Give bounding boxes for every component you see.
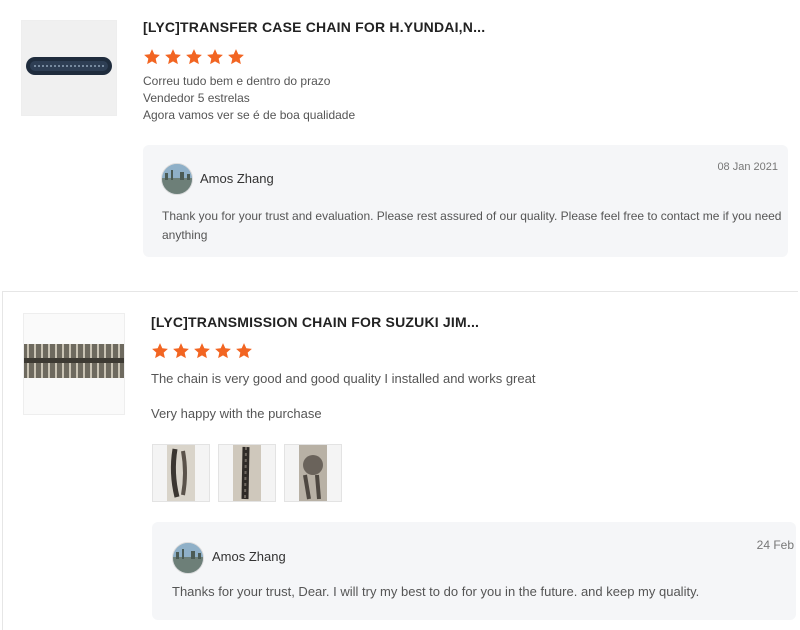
avatar-image (173, 543, 203, 573)
star-icon (207, 49, 223, 65)
review-photo-3 (285, 445, 341, 501)
star-icon (186, 49, 202, 65)
star-icon (152, 343, 168, 359)
review-photo[interactable] (152, 444, 210, 502)
star-rating (143, 48, 245, 66)
star-icon (165, 49, 181, 65)
review-comment-line: Vendedor 5 estrelas (143, 91, 250, 105)
chain-image (22, 21, 116, 115)
review-card-1: [LYC]TRANSFER CASE CHAIN FOR H.YUNDAI,N.… (0, 0, 800, 290)
product-thumbnail[interactable] (23, 313, 125, 415)
star-icon (228, 49, 244, 65)
product-title[interactable]: [LYC]TRANSFER CASE CHAIN FOR H.YUNDAI,N.… (143, 19, 485, 35)
avatar (172, 542, 204, 574)
avatar (161, 163, 193, 195)
review-photo-1 (153, 445, 209, 501)
star-icon (144, 49, 160, 65)
review-comment-line: Agora vamos ver se é de boa qualidade (143, 108, 356, 122)
star-icon (236, 343, 252, 359)
reply-author: Amos Zhang (212, 549, 286, 564)
reply-date: 08 Jan 2021 (717, 161, 778, 173)
seller-reply: Amos Zhang 24 Feb Thanks for your trust,… (152, 522, 796, 620)
review-photo[interactable] (218, 444, 276, 502)
star-icon (173, 343, 189, 359)
avatar-image (162, 164, 192, 194)
review-photo[interactable] (284, 444, 342, 502)
star-icon (194, 343, 210, 359)
reply-text: Thank you for your trust and evaluation.… (162, 209, 782, 242)
reply-date: 24 Feb (756, 538, 794, 552)
review-card-2: [LYC]TRANSMISSION CHAIN FOR SUZUKI JIM..… (0, 292, 800, 630)
product-thumbnail[interactable] (21, 20, 117, 116)
review-comment-line: The chain is very good and good quality … (151, 371, 536, 386)
review-comment-line: Very happy with the purchase (151, 406, 322, 421)
product-title[interactable]: [LYC]TRANSMISSION CHAIN FOR SUZUKI JIM..… (151, 314, 479, 330)
star-icon (215, 343, 231, 359)
seller-reply: Amos Zhang 08 Jan 2021 Thank you for you… (143, 145, 788, 257)
chain-image (24, 314, 124, 414)
reply-text: Thanks for your trust, Dear. I will try … (172, 584, 700, 599)
review-photo-2 (219, 445, 275, 501)
star-rating (151, 342, 253, 360)
review-comment-line: Correu tudo bem e dentro do prazo (143, 74, 331, 88)
reply-author: Amos Zhang (200, 171, 274, 186)
